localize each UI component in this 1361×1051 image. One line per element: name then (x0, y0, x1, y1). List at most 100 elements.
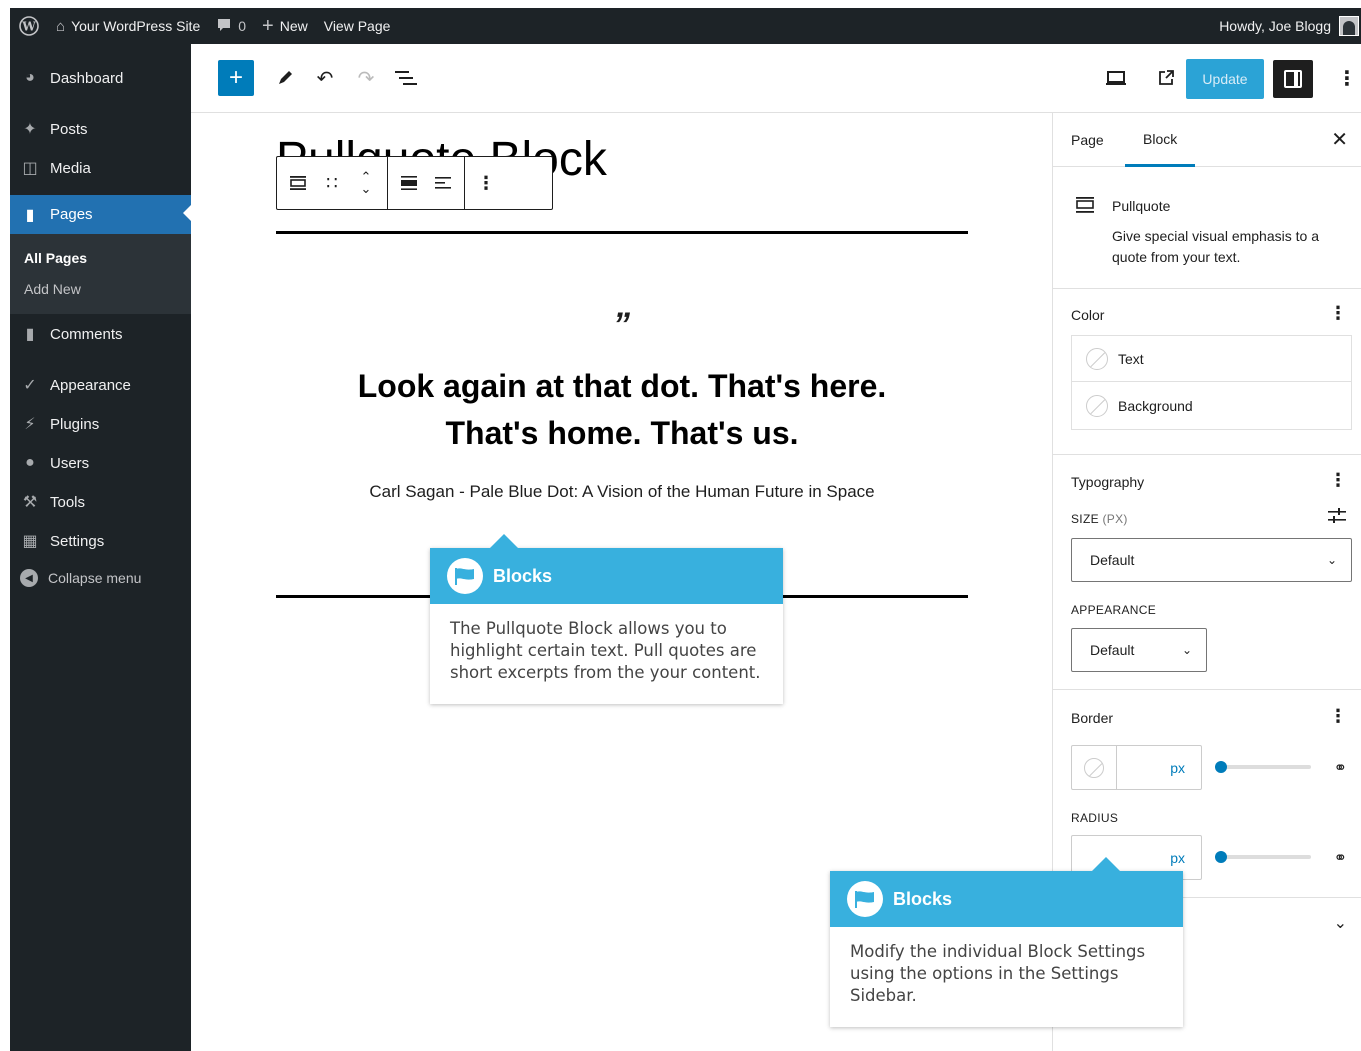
submenu-all-pages[interactable]: All Pages (24, 250, 87, 266)
sidebar-item-tools[interactable]: ⚒ Tools (10, 484, 191, 520)
tooltip-body: The Pullquote Block allows you to highli… (450, 619, 761, 682)
border-width-input[interactable]: px (1071, 745, 1202, 790)
redo-icon[interactable]: ↷ (354, 64, 378, 92)
pullquote-text[interactable]: Look again at that dot. That's here. Tha… (276, 363, 968, 457)
chevron-down-icon[interactable]: ⌄ (1334, 913, 1347, 933)
block-toolbar-group-align (388, 157, 465, 209)
typography-panel-title: Typography (1071, 474, 1145, 490)
border-width-slider[interactable] (1215, 761, 1311, 773)
sidebar-item-label: Media (50, 159, 91, 177)
sidebar-panel-icon (1284, 70, 1302, 88)
pages-submenu: All Pages Add New (10, 234, 191, 314)
sidebar-item-posts[interactable]: ✦ Posts (10, 111, 191, 147)
color-text-label: Text (1118, 350, 1144, 367)
tooltip-arrow (490, 534, 518, 548)
sidebar-item-pages[interactable]: ▮ Pages (10, 195, 191, 234)
block-card-icon (1075, 196, 1095, 217)
flag-icon (447, 558, 483, 594)
block-options-kebab-icon[interactable]: ⋮ (471, 163, 501, 203)
wordpress-logo-icon[interactable]: W (10, 8, 48, 44)
sidebar-item-appearance[interactable]: ✓ Appearance (10, 367, 191, 403)
my-account[interactable]: Howdy, Joe Blogg (1219, 8, 1361, 44)
editor-header: + ↶ ↷ Update ⋮ (191, 44, 1361, 113)
help-tooltip: Blocks The Pullquote Block allows you to… (430, 534, 783, 704)
block-inserter-button[interactable]: + (218, 60, 254, 96)
site-name-link[interactable]: ⌂ Your WordPress Site (48, 8, 208, 44)
drag-handle-icon[interactable]: ∷ (317, 163, 347, 203)
align-wide-icon[interactable] (394, 163, 424, 203)
link-icon[interactable]: ⚭ (1334, 758, 1347, 778)
collapse-menu-button[interactable]: ◀ Collapse menu (20, 569, 141, 587)
undo-icon[interactable]: ↶ (313, 64, 337, 92)
color-list: Text Background (1071, 335, 1352, 430)
comments-link[interactable]: 0 (208, 8, 254, 44)
sidebar-item-plugins[interactable]: ⚡ Plugins (10, 406, 191, 442)
collapse-menu-label: Collapse menu (48, 570, 142, 586)
appearance-select[interactable]: Default ⌄ (1071, 628, 1207, 672)
tooltip-body: Modify the individual Block Settings usi… (850, 942, 1146, 1005)
external-link-icon[interactable] (1154, 64, 1178, 92)
block-toolbar-group-more: ⋮ (465, 157, 507, 209)
size-label: SIZE (PX) (1071, 512, 1128, 526)
new-label: New (279, 18, 308, 34)
color-options-kebab-icon[interactable]: ⋮ (1329, 303, 1347, 324)
new-content-link[interactable]: + New (254, 8, 316, 44)
preview-desktop-icon[interactable] (1104, 64, 1128, 92)
sidebar-item-label: Users (50, 454, 90, 472)
dashboard-icon: ◕ (25, 69, 35, 86)
size-controls-icon[interactable] (1327, 507, 1347, 528)
typography-options-kebab-icon[interactable]: ⋮ (1329, 470, 1347, 491)
view-page-link[interactable]: View Page (316, 8, 399, 44)
color-background-option[interactable]: Background (1072, 383, 1351, 429)
settings-toggle-button[interactable] (1273, 60, 1313, 98)
update-button[interactable]: Update (1186, 59, 1264, 99)
radius-slider[interactable] (1215, 851, 1311, 863)
sidebar-item-settings[interactable]: ▦ Settings (10, 523, 191, 559)
submenu-add-new[interactable]: Add New (24, 281, 81, 297)
sidebar-item-label: Settings (50, 532, 105, 550)
text-align-icon[interactable] (428, 163, 458, 203)
plugins-icon: ⚡ (24, 416, 36, 433)
avatar (1339, 16, 1359, 36)
tab-page[interactable]: Page (1071, 113, 1104, 167)
sidebar-item-label: Comments (50, 325, 123, 343)
flag-icon (847, 881, 883, 917)
border-unit[interactable]: px (1170, 760, 1185, 776)
size-unit-text: (PX) (1102, 512, 1128, 526)
font-size-select[interactable]: Default ⌄ (1071, 538, 1352, 582)
radius-label: RADIUS (1071, 811, 1119, 825)
tools-icon: ⚒ (22, 494, 38, 511)
pencil-icon[interactable] (273, 64, 297, 92)
sidebar-item-label: Appearance (50, 376, 131, 394)
view-page-label: View Page (323, 18, 391, 34)
list-view-icon[interactable] (394, 64, 418, 92)
pullquote-block-icon[interactable] (283, 163, 313, 203)
slider-knob[interactable] (1215, 851, 1227, 863)
sidebar-item-comments[interactable]: ▮ Comments (10, 316, 191, 352)
pages-icon: ▮ (25, 206, 35, 224)
link-icon[interactable]: ⚭ (1334, 848, 1347, 868)
sidebar-item-media[interactable]: ◫ Media (10, 150, 191, 186)
sidebar-item-dashboard[interactable]: ◕ Dashboard (10, 60, 191, 96)
border-panel-title: Border (1071, 710, 1114, 726)
users-icon: ● (25, 454, 35, 471)
color-text-option[interactable]: Text (1072, 336, 1351, 382)
panel-divider (1053, 288, 1361, 289)
pullquote-citation[interactable]: Carl Sagan - Pale Blue Dot: A Vision of … (276, 482, 968, 502)
sidebar-item-label: Pages (50, 206, 93, 223)
close-icon[interactable]: ✕ (1331, 127, 1348, 152)
radius-unit[interactable]: px (1170, 850, 1185, 866)
slider-knob[interactable] (1215, 761, 1227, 773)
options-kebab-icon[interactable]: ⋮ (1335, 64, 1359, 92)
tab-block[interactable]: Block (1125, 113, 1196, 167)
border-style-swatch-icon[interactable] (1072, 746, 1117, 789)
admin-bar: W ⌂ Your WordPress Site 0 + New View Pag… (10, 8, 1361, 44)
move-up-down-icon[interactable]: ⌃ ⌄ (351, 163, 381, 203)
empty-swatch-icon (1086, 395, 1108, 417)
tooltip-title: Blocks (493, 565, 553, 586)
sidebar-item-label: Plugins (50, 415, 100, 433)
svg-text:W: W (21, 20, 36, 34)
sidebar-item-users[interactable]: ● Users (10, 445, 191, 481)
comments-count: 0 (238, 18, 247, 34)
border-options-kebab-icon[interactable]: ⋮ (1329, 706, 1347, 727)
